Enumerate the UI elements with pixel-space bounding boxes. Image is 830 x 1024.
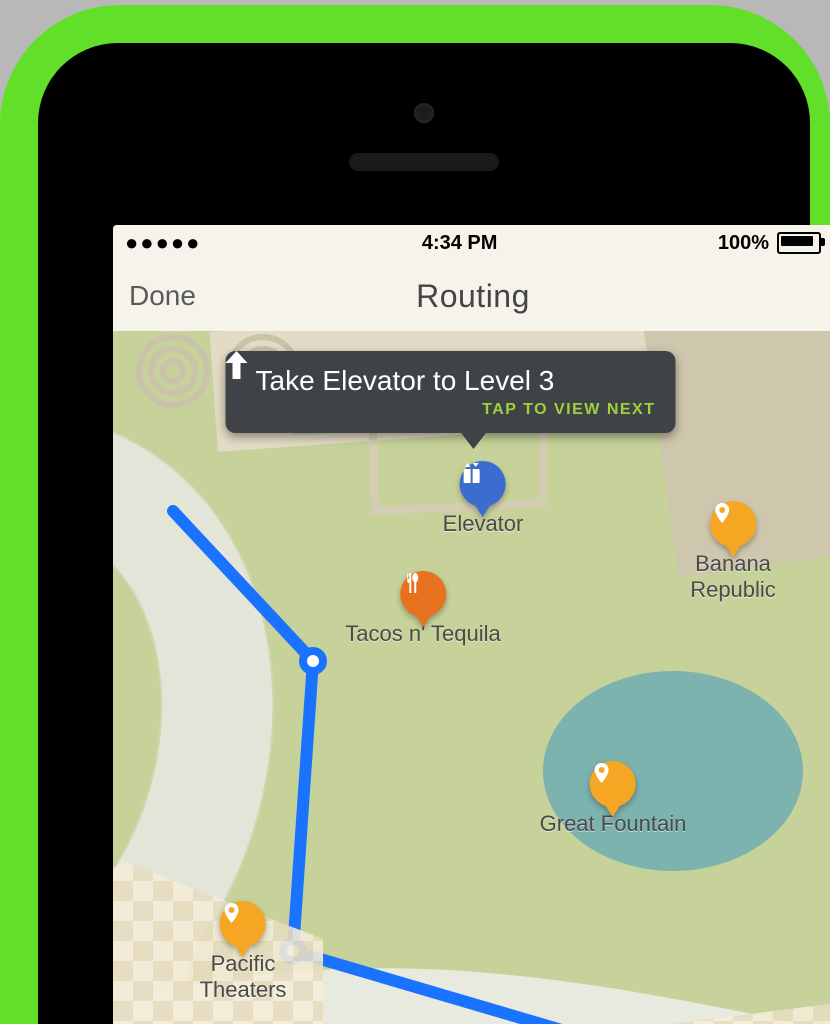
speaker-grille-icon: [349, 153, 499, 171]
location-pin-icon: [590, 761, 636, 807]
restaurant-icon: [400, 571, 446, 617]
poi-pacific-theaters[interactable]: Pacific Theaters: [200, 901, 287, 1003]
battery-percent: 100%: [718, 232, 769, 255]
poi-great-fountain[interactable]: Great Fountain: [540, 761, 687, 837]
poi-tacos[interactable]: Tacos n' Tequila: [345, 571, 500, 647]
nav-bar: Done Routing: [113, 261, 830, 332]
location-pin-icon: [710, 501, 756, 547]
nav-title: Routing: [113, 261, 830, 331]
screen: ●●●●● 4:34 PM 100% Done Routing: [113, 225, 830, 1024]
elevator-icon: [460, 461, 506, 507]
front-camera-icon: [414, 103, 434, 123]
direction-text: Take Elevator to Level 3: [256, 365, 555, 397]
direction-callout[interactable]: Take Elevator to Level 3 TAP TO VIEW NEX…: [226, 351, 676, 433]
signal-dots-icon: ●●●●●: [125, 230, 201, 256]
map-canvas[interactable]: Take Elevator to Level 3 TAP TO VIEW NEX…: [113, 331, 830, 1024]
poi-label: Pacific Theaters: [200, 951, 287, 1003]
battery-icon: [777, 232, 821, 254]
poi-label: Banana Republic: [690, 551, 776, 603]
direction-subtext: TAP TO VIEW NEXT: [246, 401, 656, 419]
status-bar: ●●●●● 4:34 PM 100%: [113, 225, 830, 261]
phone-bezel: ●●●●● 4:34 PM 100% Done Routing: [38, 43, 810, 1024]
location-pin-icon: [220, 901, 266, 947]
status-time: 4:34 PM: [422, 232, 498, 255]
poi-elevator[interactable]: Elevator: [443, 461, 524, 537]
phone-case: ●●●●● 4:34 PM 100% Done Routing: [0, 5, 830, 1024]
poi-banana-republic[interactable]: Banana Republic: [690, 501, 776, 603]
